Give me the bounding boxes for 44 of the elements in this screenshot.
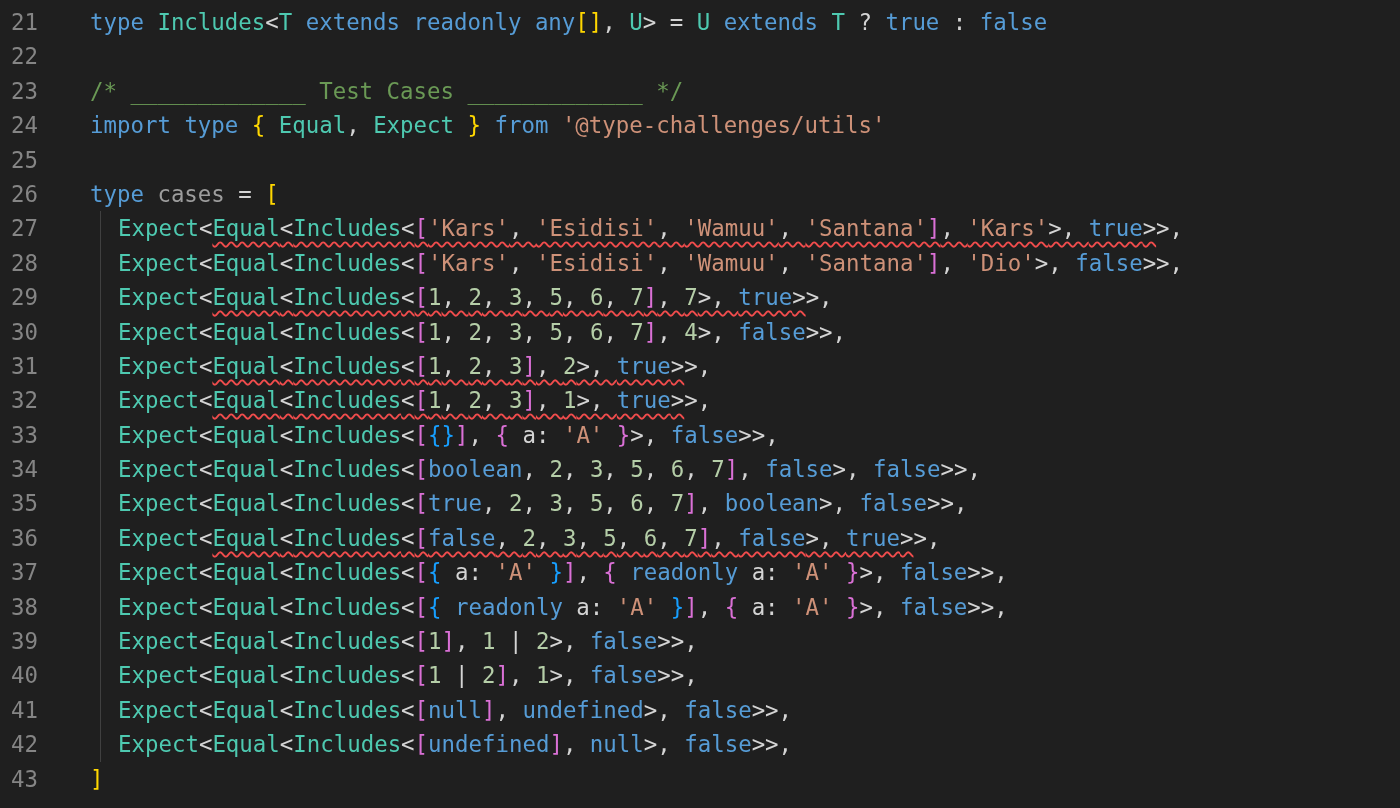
code-line: Expect<Equal<Includes<[1 | 2], 1>, false>>, <box>118 661 698 691</box>
line-number: 27 <box>10 214 38 244</box>
code-line: Expect<Equal<Includes<[1, 2, 3], 1>, true>>, <box>118 386 712 416</box>
line-number: 32 <box>10 386 38 416</box>
line-number: 38 <box>10 592 38 622</box>
line-number: 36 <box>10 523 38 553</box>
line-number: 28 <box>10 248 38 278</box>
code-line: Expect<Equal<Includes<['Kars', 'Esidisi', 'Wamuu', 'Santana'], 'Kars'>, true>>, <box>118 214 1184 244</box>
code-line: Expect<Equal<Includes<['Kars', 'Esidisi', 'Wamuu', 'Santana'], 'Dio'>, false>>, <box>118 248 1184 278</box>
line-number: 21 <box>10 8 38 37</box>
line-number: 23 <box>10 76 38 106</box>
code-line: Expect<Equal<Includes<[1, 2, 3, 5, 6, 7], 4>, false>>, <box>118 317 847 347</box>
code-line: Expect<Equal<Includes<[false, 2, 3, 5, 6, 7], false>, true>>, <box>118 523 941 553</box>
code-line: Expect<Equal<Includes<[{ a: 'A' }], { readonly a: 'A' }>, false>>, <box>118 558 1008 588</box>
line-number: 30 <box>10 317 38 347</box>
code-line: import type { Equal, Expect } from '@type-challenges/utils' <box>90 111 886 141</box>
code-line: Expect<Equal<Includes<[null], undefined>, false>>, <box>118 695 793 725</box>
code-line: type Includes<T extends readonly any[], U> = U extends T ? true : false <box>90 8 1048 37</box>
line-number: 22 <box>10 42 38 72</box>
line-number: 37 <box>10 558 38 588</box>
code-line: /* _____________ Test Cases _____________ */ <box>90 76 684 107</box>
line-number: 33 <box>10 420 38 450</box>
code-line: Expect<Equal<Includes<[1, 2, 3], 2>, true>>, <box>118 351 712 381</box>
code-line: Expect<Equal<Includes<[undefined], null>, false>>, <box>118 730 793 760</box>
code-line: Expect<Equal<Includes<[{}], { a: 'A' }>, false>>, <box>118 420 779 450</box>
line-number: 26 <box>10 179 38 209</box>
line-number: 34 <box>10 455 38 485</box>
code-line: type cases = [ <box>90 179 279 209</box>
line-number: 40 <box>10 661 38 691</box>
line-number: 42 <box>10 730 38 760</box>
code-line: ] <box>90 764 104 794</box>
code-line: Expect<Equal<Includes<[1, 2, 3, 5, 6, 7], 7>, true>>, <box>118 283 833 313</box>
line-number: 39 <box>10 627 38 657</box>
line-number: 35 <box>10 489 38 519</box>
line-number: 29 <box>10 283 38 313</box>
line-number: 25 <box>10 145 38 175</box>
code-line: Expect<Equal<Includes<[boolean, 2, 3, 5, 6, 7], false>, false>>, <box>118 455 981 485</box>
line-number: 43 <box>10 764 38 794</box>
line-number: 24 <box>10 111 38 141</box>
line-number: 41 <box>10 695 38 725</box>
code-line: Expect<Equal<Includes<[1], 1 | 2>, false>>, <box>118 627 698 657</box>
code-line: Expect<Equal<Includes<[{ readonly a: 'A' }], { a: 'A' }>, false>>, <box>118 592 1008 622</box>
line-number: 31 <box>10 351 38 381</box>
code-line: Expect<Equal<Includes<[true, 2, 3, 5, 6, 7], boolean>, false>>, <box>118 489 968 519</box>
